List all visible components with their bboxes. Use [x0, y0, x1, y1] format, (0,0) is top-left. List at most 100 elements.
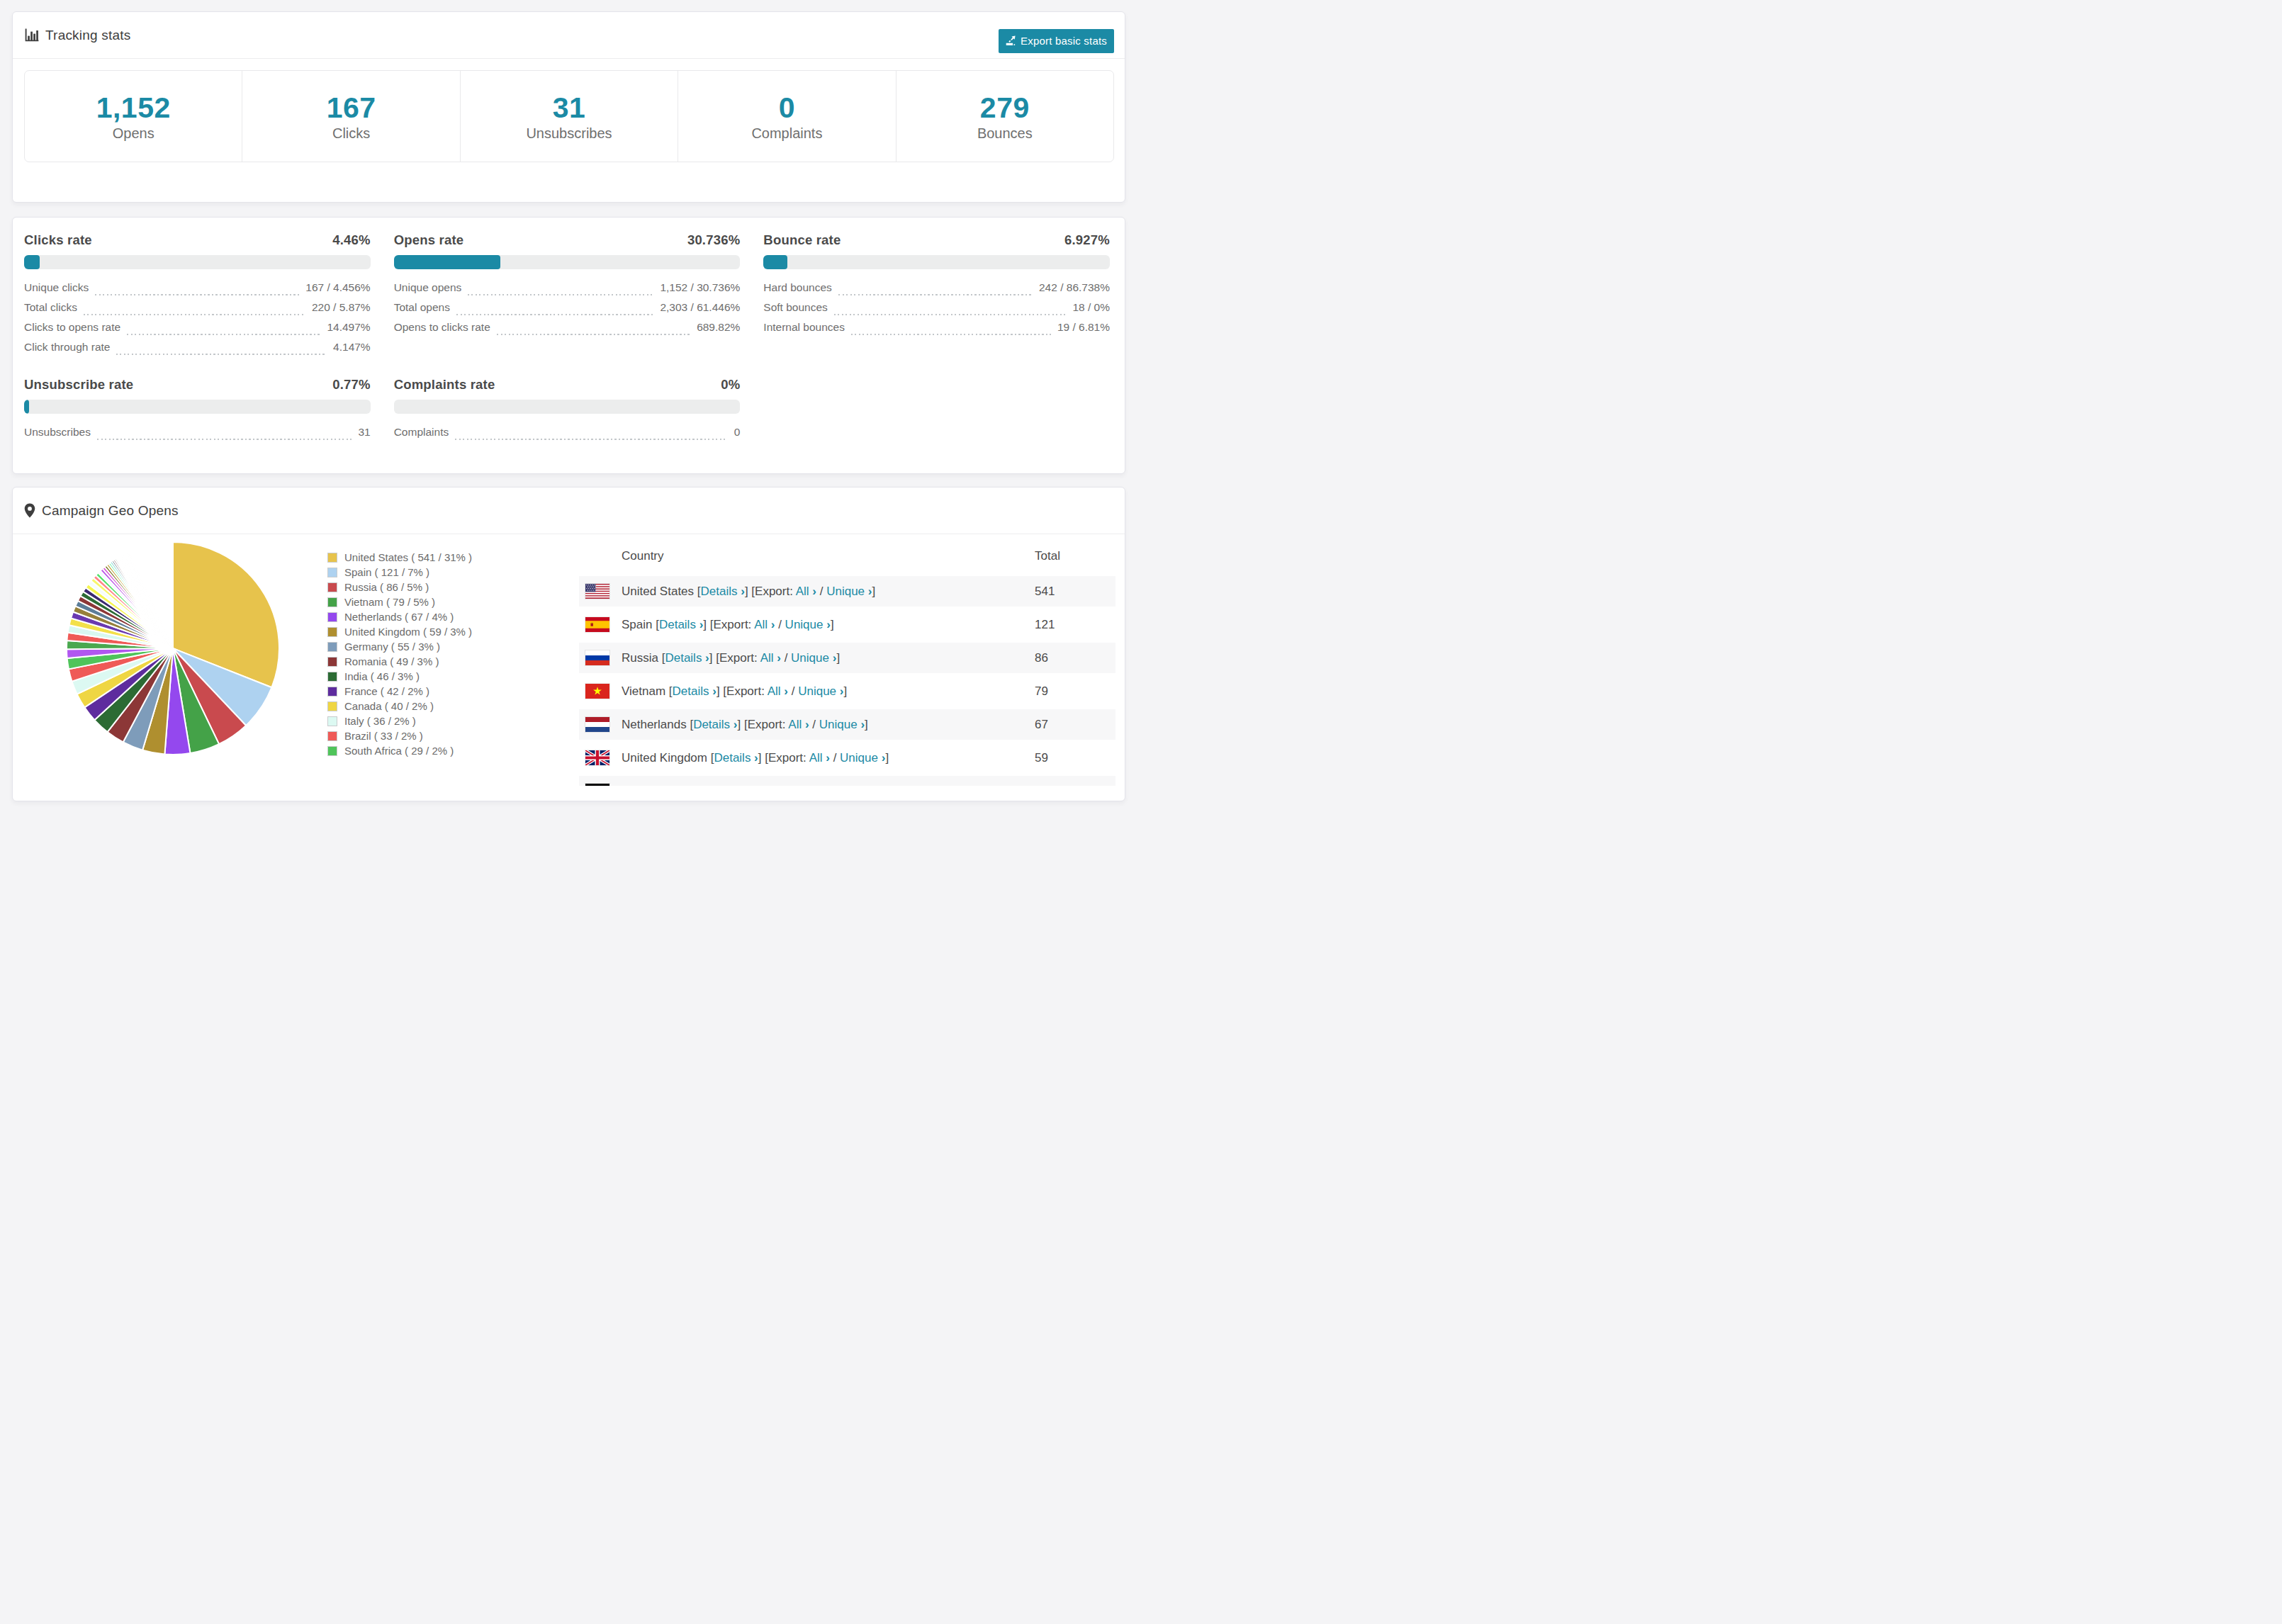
flag-nl-icon [585, 717, 609, 732]
details-link[interactable]: Details › [678, 784, 721, 786]
export-unique-link[interactable]: Unique › [840, 751, 885, 765]
geo-table-col-total: Total [1035, 549, 1060, 563]
export-all-link[interactable]: All › [768, 684, 788, 698]
chevron-right-icon: › [840, 684, 844, 698]
legend-label: Italy ( 36 / 2% ) [344, 715, 416, 727]
legend-item: Russia ( 86 / 5% ) [327, 580, 472, 594]
export-basic-stats-button[interactable]: Export basic stats [999, 29, 1114, 53]
geo-table-row-es: Spain [Details ›] [Export: All › / Uniqu… [579, 608, 1115, 641]
rate-title: Bounce rate [763, 232, 841, 248]
rate-block-clicks-rate: Clicks rate4.46%Unique clicks167 / 4.456… [24, 232, 371, 361]
progress-bar-fill [763, 255, 787, 269]
export-all-link[interactable]: All › [773, 784, 794, 786]
geo-table-header: Country Total [579, 534, 1115, 575]
rate-title: Unsubscribe rate [24, 377, 133, 393]
rate-value: 30.736% [687, 232, 740, 248]
export-unique-link[interactable]: Unique › [798, 684, 843, 698]
rate-head: Unsubscribe rate0.77% [24, 377, 371, 393]
export-all-link[interactable]: All › [809, 751, 830, 765]
legend-item: South Africa ( 29 / 2% ) [327, 743, 472, 758]
chevron-right-icon: › [805, 718, 809, 731]
details-link[interactable]: Details › [693, 718, 737, 731]
geo-table-row-total: 55 [1035, 784, 1048, 786]
rate-block-complaints-rate: Complaints rate0%Complaints0 [394, 377, 741, 446]
details-link[interactable]: Details › [665, 651, 709, 665]
export-unique-link[interactable]: Unique › [826, 585, 872, 598]
chevron-right-icon: › [741, 585, 745, 598]
rate-rows: Complaints0 [394, 426, 741, 446]
export-unique-link[interactable]: Unique › [785, 618, 831, 631]
export-label: [Export: [744, 718, 786, 731]
progress-bar [24, 255, 371, 269]
campaign-geo-opens-title-label: Campaign Geo Opens [42, 503, 179, 519]
map-marker-icon [24, 503, 35, 518]
rate-row: Opens to clicks rate689.82% [394, 321, 741, 341]
rate-row: Unique clicks167 / 4.456% [24, 281, 371, 301]
rate-row-value: 18 / 0% [1072, 301, 1110, 314]
tracking-stats-card: Tracking stats Export basic stats 1,152O… [12, 11, 1125, 203]
legend-label: India ( 46 / 3% ) [344, 670, 420, 682]
rates-grid: Clicks rate4.46%Unique clicks167 / 4.456… [24, 232, 1110, 446]
rate-row: Unsubscribes31 [24, 426, 371, 446]
export-all-link[interactable]: All › [760, 651, 781, 665]
campaign-geo-opens-body: United States ( 541 / 31% )Spain ( 121 /… [13, 534, 1125, 801]
country-name: Germany [622, 784, 671, 786]
rate-row-value: 0 [734, 426, 741, 439]
stat-label: Clicks [332, 125, 370, 142]
export-all-link[interactable]: All › [788, 718, 809, 731]
details-link[interactable]: Details › [659, 618, 703, 631]
export-unique-link[interactable]: Unique › [819, 718, 865, 731]
progress-bar [394, 400, 741, 414]
export-all-link[interactable]: All › [754, 618, 775, 631]
progress-bar-fill [24, 400, 29, 414]
legend-item: Netherlands ( 67 / 4% ) [327, 609, 472, 624]
details-link[interactable]: Details › [673, 684, 716, 698]
geo-table-row-total: 67 [1035, 718, 1048, 732]
export-label: [Export: [751, 585, 793, 598]
rate-title: Complaints rate [394, 377, 495, 393]
legend-label: Canada ( 40 / 2% ) [344, 700, 434, 712]
campaign-geo-opens-card: Campaign Geo Opens United States ( 541 /… [12, 487, 1125, 801]
legend-label: Germany ( 55 / 3% ) [344, 641, 440, 653]
stat-cell-bounces: 279Bounces [896, 71, 1113, 162]
legend-item: Vietnam ( 79 / 5% ) [327, 594, 472, 609]
geo-table-row-text: Russia [Details ›] [Export: All › / Uniq… [622, 651, 840, 665]
chevron-right-icon: › [868, 585, 872, 598]
chevron-right-icon: › [784, 684, 788, 698]
details-link[interactable]: Details › [714, 751, 758, 765]
geo-opens-pie-chart [60, 535, 286, 762]
geo-table-col-country: Country [622, 549, 664, 563]
legend-swatch [327, 672, 337, 682]
legend-swatch [327, 612, 337, 622]
details-link[interactable]: Details › [701, 585, 745, 598]
stat-label: Complaints [751, 125, 822, 142]
geo-table-row-total: 79 [1035, 684, 1048, 699]
dotted-leader [84, 314, 305, 315]
country-name: Russia [622, 651, 658, 665]
geo-table-row-vn: Vietnam [Details ›] [Export: All › / Uni… [579, 675, 1115, 708]
dotted-leader [468, 294, 653, 295]
rate-block-opens-rate: Opens rate30.736%Unique opens1,152 / 30.… [394, 232, 741, 361]
flag-vn-icon [585, 684, 609, 699]
chevron-right-icon: › [812, 585, 816, 598]
geo-opens-table: CountryTotalUnited States [Details ›] [E… [579, 534, 1115, 786]
legend-label: Romania ( 49 / 3% ) [344, 655, 439, 667]
geo-table-row-text: Germany [Details ›] [Export: All › / Uni… [622, 784, 853, 786]
legend-label: United Kingdom ( 59 / 3% ) [344, 626, 472, 638]
export-all-link[interactable]: All › [796, 585, 816, 598]
rate-row-label: Internal bounces [763, 321, 845, 334]
rate-title: Clicks rate [24, 232, 92, 248]
export-unique-link[interactable]: Unique › [791, 651, 836, 665]
dotted-leader [97, 439, 352, 440]
legend-swatch [327, 746, 337, 756]
stat-value: 0 [779, 91, 795, 125]
legend-item: Romania ( 49 / 3% ) [327, 654, 472, 669]
dotted-leader [95, 294, 299, 295]
legend-label: United States ( 541 / 31% ) [344, 551, 472, 563]
stat-cell-complaints: 0Complaints [678, 71, 895, 162]
geo-table-row-text: Netherlands [Details ›] [Export: All › /… [622, 718, 868, 732]
legend-item: France ( 42 / 2% ) [327, 684, 472, 699]
geo-opens-legend: United States ( 541 / 31% )Spain ( 121 /… [327, 550, 472, 758]
export-unique-link[interactable]: Unique › [804, 784, 849, 786]
dotted-leader [455, 439, 728, 440]
